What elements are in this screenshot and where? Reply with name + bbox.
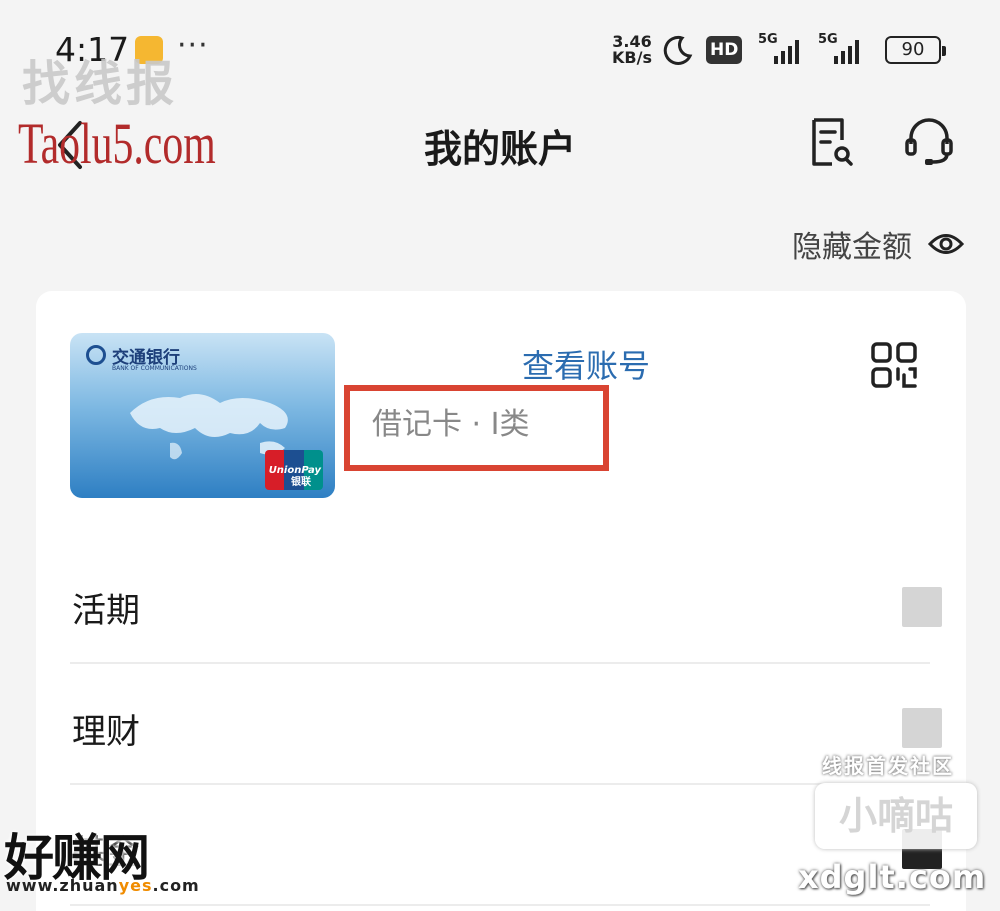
hidden-amount-placeholder [902,708,942,748]
eye-icon[interactable] [928,229,964,259]
hidden-amount-placeholder [902,587,942,627]
more-notifications-icon: ··· [177,28,209,63]
row-label: 活期 [72,591,140,631]
row-label: 基金 [72,833,140,873]
qr-code-icon[interactable] [870,341,918,389]
notification-icon [135,36,163,64]
network-speed-unit: KB/s [612,48,652,67]
list-item-fund[interactable]: 基金 [70,785,942,906]
hd-voice-icon: HD [706,36,743,64]
hide-amounts-toggle[interactable]: 隐藏金额 [792,222,964,266]
hide-amounts-label: 隐藏金额 [792,230,912,265]
bank-logo-icon [86,345,106,365]
view-account-number-link[interactable]: 查看账号 [522,341,650,387]
battery-icon: 90 [885,36,946,64]
app-header: 我的账户 [0,100,1000,190]
list-item-current-deposit[interactable]: 活期 [70,543,942,664]
status-time: 4:17 [55,30,130,69]
hidden-amount-placeholder [902,829,942,869]
network-speed: 3.46 KB/s [612,34,652,66]
bank-card-subtitle: BANK OF COMMUNICATIONS [112,365,197,372]
do-not-disturb-icon [663,35,693,65]
unionpay-cn-label: 银联 [291,477,311,488]
document-search-icon[interactable] [806,116,854,168]
list-item-wealth-management[interactable]: 理财 [70,664,942,785]
highlight-annotation-box [344,385,609,471]
bank-card-image[interactable]: 交通银行 BANK OF COMMUNICATIONS UnionPay 银联 [70,333,335,498]
status-bar: 4:17 ··· 3.46 KB/s HD 5G 5G 90 [0,0,1000,92]
account-card: 交通银行 BANK OF COMMUNICATIONS UnionPay 银联 … [36,291,966,911]
row-label: 理财 [72,712,140,752]
headset-icon[interactable] [903,116,955,168]
